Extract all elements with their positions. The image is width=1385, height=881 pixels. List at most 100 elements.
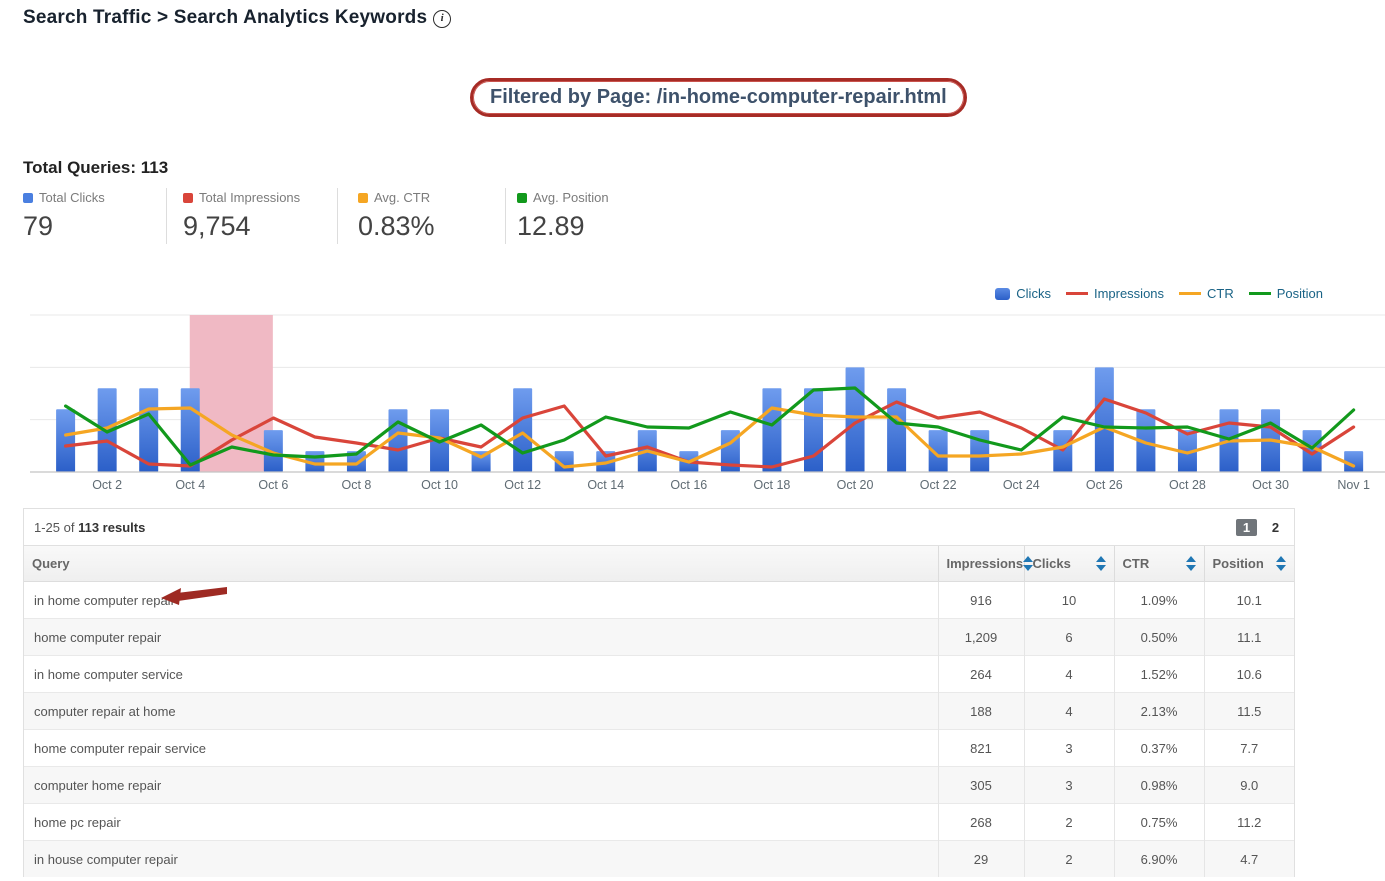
breadcrumb-text: Search Traffic > Search Analytics Keywor… (23, 7, 427, 28)
svg-text:Oct 6: Oct 6 (258, 478, 288, 492)
metric-total-impressions[interactable]: Total Impressions 9,754 (183, 190, 300, 242)
metric-value: 0.83% (358, 211, 435, 242)
position-cell: 10.6 (1204, 656, 1294, 693)
position-cell: 11.1 (1204, 619, 1294, 656)
metric-avg-ctr[interactable]: Avg. CTR 0.83% (358, 190, 435, 242)
metric-label: Total Impressions (199, 190, 300, 205)
table-row: home pc repair26820.75%11.2 (24, 804, 1294, 841)
sort-arrows-icon[interactable] (1186, 556, 1196, 571)
col-header-impressions[interactable]: Impressions (938, 546, 1024, 582)
impressions-cell: 305 (938, 767, 1024, 804)
query-cell[interactable]: home computer repair service (24, 730, 938, 767)
ctr-swatch-icon (358, 193, 368, 203)
impressions-cell: 821 (938, 730, 1024, 767)
impressions-cell: 264 (938, 656, 1024, 693)
column-label: Clicks (1033, 556, 1071, 571)
table-row: in house computer repair2926.90%4.7 (24, 841, 1294, 878)
legend-label: Clicks (1016, 286, 1051, 301)
info-icon[interactable]: i (433, 10, 451, 28)
col-header-clicks[interactable]: Clicks (1024, 546, 1114, 582)
table-row: computer home repair30530.98%9.0 (24, 767, 1294, 804)
metric-label: Total Clicks (39, 190, 105, 205)
metric-value: 9,754 (183, 211, 300, 242)
svg-text:Oct 8: Oct 8 (342, 478, 372, 492)
metric-avg-position[interactable]: Avg. Position 12.89 (517, 190, 609, 242)
position-cell: 4.7 (1204, 841, 1294, 878)
column-label: Impressions (947, 556, 1024, 571)
legend-item-position: Position (1249, 286, 1323, 301)
breadcrumb: Search Traffic > Search Analytics Keywor… (23, 7, 451, 29)
position-cell: 10.1 (1204, 582, 1294, 619)
page-button-2[interactable]: 2 (1267, 519, 1284, 536)
svg-text:Oct 4: Oct 4 (175, 478, 205, 492)
ctr-cell: 0.75% (1114, 804, 1204, 841)
annotation-arrow-icon (159, 586, 229, 606)
query-cell[interactable]: home computer repair (24, 619, 938, 656)
query-cell[interactable]: in house computer repair (24, 841, 938, 878)
query-cell[interactable]: computer home repair (24, 767, 938, 804)
impressions-cell: 188 (938, 693, 1024, 730)
svg-text:Oct 14: Oct 14 (587, 478, 624, 492)
column-label: Position (1213, 556, 1264, 571)
sort-arrows-icon[interactable] (1096, 556, 1106, 571)
ctr-cell: 0.37% (1114, 730, 1204, 767)
ctr-cell: 1.52% (1114, 656, 1204, 693)
position-cell: 11.2 (1204, 804, 1294, 841)
ctr-cell: 1.09% (1114, 582, 1204, 619)
query-cell[interactable]: in home computer service (24, 656, 938, 693)
position-swatch-icon (517, 193, 527, 203)
ctr-cell: 0.98% (1114, 767, 1204, 804)
clicks-cell: 2 (1024, 841, 1114, 878)
clicks-cell: 3 (1024, 730, 1114, 767)
svg-text:Oct 16: Oct 16 (670, 478, 707, 492)
query-cell[interactable]: home pc repair (24, 804, 938, 841)
query-cell[interactable]: computer repair at home (24, 693, 938, 730)
impressions-cell: 268 (938, 804, 1024, 841)
svg-text:Oct 26: Oct 26 (1086, 478, 1123, 492)
divider (166, 188, 167, 244)
svg-text:Oct 30: Oct 30 (1252, 478, 1289, 492)
search-console-page: Search Traffic > Search Analytics Keywor… (0, 0, 1385, 881)
metric-total-clicks[interactable]: Total Clicks 79 (23, 190, 105, 242)
table-header-row: QueryImpressionsClicksCTRPosition (24, 546, 1294, 582)
table-row: home computer repair1,20960.50%11.1 (24, 619, 1294, 656)
column-label: CTR (1123, 556, 1150, 571)
metric-value: 12.89 (517, 211, 609, 242)
page-button-1[interactable]: 1 (1236, 519, 1257, 536)
sort-arrows-icon[interactable] (1276, 556, 1286, 571)
ctr-cell: 0.50% (1114, 619, 1204, 656)
clicks-cell: 4 (1024, 693, 1114, 730)
col-header-position[interactable]: Position (1204, 546, 1294, 582)
clicks-cell: 2 (1024, 804, 1114, 841)
svg-text:Oct 18: Oct 18 (754, 478, 791, 492)
keywords-table-panel: 1-25 of 113 results 12 QueryImpressionsC… (23, 508, 1295, 877)
position-cell: 7.7 (1204, 730, 1294, 767)
clicks-legend-swatch-icon (995, 288, 1010, 300)
clicks-cell: 3 (1024, 767, 1114, 804)
impressions-legend-swatch-icon (1066, 292, 1088, 295)
metric-label: Avg. Position (533, 190, 609, 205)
divider (505, 188, 506, 244)
metric-label: Avg. CTR (374, 190, 430, 205)
table-row: in home computer service26441.52%10.6 (24, 656, 1294, 693)
legend-label: CTR (1207, 286, 1234, 301)
svg-text:Oct 10: Oct 10 (421, 478, 458, 492)
svg-text:Oct 28: Oct 28 (1169, 478, 1206, 492)
svg-text:Oct 24: Oct 24 (1003, 478, 1040, 492)
legend-item-clicks: Clicks (995, 286, 1051, 301)
col-header-ctr[interactable]: CTR (1114, 546, 1204, 582)
ctr-cell: 2.13% (1114, 693, 1204, 730)
impressions-cell: 1,209 (938, 619, 1024, 656)
clicks-cell: 6 (1024, 619, 1114, 656)
metric-value: 79 (23, 211, 105, 242)
impressions-cell: 29 (938, 841, 1024, 878)
table-row: computer repair at home18842.13%11.5 (24, 693, 1294, 730)
ctr-cell: 6.90% (1114, 841, 1204, 878)
page-filter-badge[interactable]: Filtered by Page: /in-home-computer-repa… (470, 78, 967, 117)
chart-legend: Clicks Impressions CTR Position (995, 286, 1323, 301)
impressions-cell: 916 (938, 582, 1024, 619)
svg-text:Oct 20: Oct 20 (837, 478, 874, 492)
clicks-cell: 4 (1024, 656, 1114, 693)
ctr-legend-swatch-icon (1179, 292, 1201, 295)
legend-label: Impressions (1094, 286, 1164, 301)
